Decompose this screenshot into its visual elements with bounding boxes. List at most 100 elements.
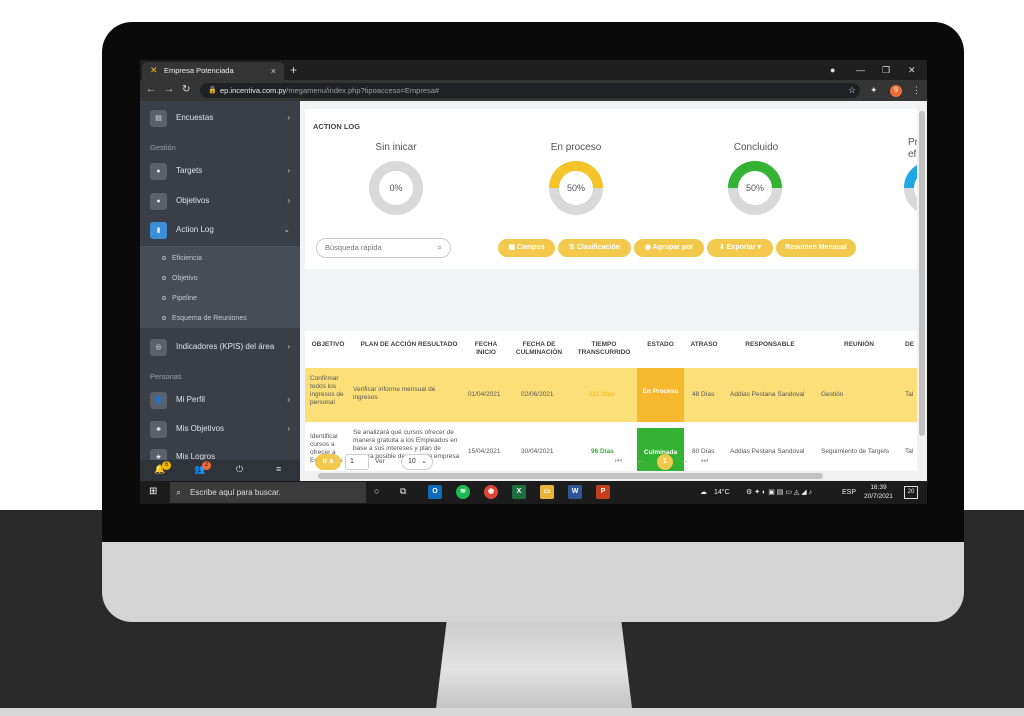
column-header[interactable]: TIEMPO TRANSCURRIDO bbox=[572, 341, 636, 357]
column-header[interactable]: REUNIÓN bbox=[819, 341, 899, 349]
hamburger-menu-icon[interactable]: ≡ bbox=[276, 464, 281, 474]
clasificacion-button[interactable]: ⇅ Clasificación bbox=[558, 239, 631, 257]
column-header[interactable]: OBJETIVO bbox=[308, 341, 348, 349]
cell-objetivo: Confirmar todos los ingresos de personal bbox=[310, 375, 344, 406]
sidebar-section-personas: Personas bbox=[150, 372, 182, 381]
forward-icon[interactable]: → bbox=[164, 83, 174, 97]
window-close-icon[interactable]: ✕ bbox=[908, 60, 916, 80]
caret-down-icon: ▾ bbox=[755, 244, 762, 251]
weather-icon[interactable]: ☁ bbox=[700, 481, 707, 504]
url-host: ep.incentiva.com.py bbox=[220, 86, 287, 95]
taskbar-search-input[interactable]: ⌕ Escribe aquí para buscar. bbox=[170, 482, 366, 503]
sidebar-item-action-log[interactable]: ▮ Action Log ⌄ bbox=[140, 217, 300, 243]
submenu-item-objetivo[interactable]: Objetivo bbox=[162, 275, 198, 282]
exportar-button[interactable]: ⬇ Exportar ▾ bbox=[707, 239, 773, 257]
browser-address-bar: ← → ↻ 🔒 ep.incentiva.com.py/megamenu/ind… bbox=[140, 80, 927, 101]
browser-menu-icon[interactable]: ⋮ bbox=[912, 83, 921, 97]
last-page-icon[interactable]: ⏭ bbox=[701, 456, 708, 466]
bookmark-star-icon[interactable]: ☆ bbox=[848, 83, 856, 97]
excel-icon[interactable]: X bbox=[512, 485, 526, 499]
profile-avatar[interactable]: 9 bbox=[890, 85, 902, 97]
restore-icon[interactable]: ❐ bbox=[882, 60, 890, 80]
search-placeholder: Búsqueda rápida bbox=[325, 243, 382, 252]
cell-culminacion: 02/06/2021 bbox=[521, 391, 554, 398]
cortana-icon[interactable]: ○ bbox=[374, 486, 379, 496]
column-header[interactable]: RESPONSABLE bbox=[725, 341, 815, 349]
column-header[interactable]: ATRASO bbox=[686, 341, 722, 349]
sort-icon: ⇅ bbox=[569, 244, 577, 251]
new-tab-button[interactable]: + bbox=[290, 62, 297, 78]
chevron-down-icon: ⌄ bbox=[421, 458, 427, 465]
column-header[interactable]: DE bbox=[905, 341, 917, 349]
chevron-right-icon: › bbox=[287, 342, 290, 351]
language-indicator[interactable]: ESP bbox=[842, 481, 856, 504]
column-header[interactable]: FECHA INICIO bbox=[468, 341, 504, 357]
horizontal-scrollbar[interactable] bbox=[300, 471, 917, 481]
minimize-icon[interactable]: — bbox=[856, 60, 865, 80]
column-header[interactable]: PLAN DE ACCIÓN RESULTADO bbox=[353, 341, 465, 349]
chevron-down-icon: ⌄ bbox=[283, 225, 290, 234]
sidebar-item-mis-logros[interactable]: ★ Mis Logros bbox=[140, 444, 300, 460]
prev-page-icon[interactable]: ← bbox=[637, 456, 645, 465]
task-view-icon[interactable]: ⧉ bbox=[400, 486, 406, 497]
resumen-mensual-button[interactable]: Resumen Mensual bbox=[776, 239, 856, 257]
submenu-item-pipeline[interactable]: Pipeline bbox=[162, 295, 197, 302]
bullet-icon bbox=[162, 296, 166, 301]
reload-icon[interactable]: ↻ bbox=[182, 83, 190, 97]
per-page-select[interactable]: 10 ⌄ bbox=[401, 454, 433, 470]
sidebar-item-kpis[interactable]: ◎ Indicadores (KPIS) del área › bbox=[140, 334, 300, 360]
go-to-page-button[interactable]: Ir a bbox=[315, 454, 341, 470]
sidebar-item-mi-perfil[interactable]: 👤 Mi Perfil › bbox=[140, 387, 300, 413]
table-row[interactable]: Confirmar todos los ingresos de personal… bbox=[305, 368, 917, 422]
chrome-icon[interactable]: ◉ bbox=[484, 485, 498, 499]
column-header[interactable]: ESTADO bbox=[637, 341, 684, 349]
extensions-icon[interactable]: ✦ bbox=[870, 83, 878, 97]
sidebar-item-mis-objetivos[interactable]: ♣ Mis Objetivos › bbox=[140, 416, 300, 442]
browser-tab[interactable]: ✕ Empresa Potenciada × bbox=[142, 62, 284, 80]
submenu-item-reuniones[interactable]: Esquema de Reuniones bbox=[162, 315, 247, 322]
campos-button[interactable]: ▦ Campos bbox=[498, 239, 555, 257]
outlook-icon[interactable]: O bbox=[428, 485, 442, 499]
next-page-icon[interactable]: → bbox=[681, 456, 689, 465]
stat-value: 50% bbox=[567, 183, 585, 193]
close-tab-icon[interactable]: × bbox=[271, 62, 276, 80]
button-label: Campos bbox=[516, 244, 545, 251]
sidebar-item-targets[interactable]: ● Targets › bbox=[140, 158, 300, 184]
windows-start-icon[interactable]: ⊞ bbox=[149, 486, 157, 497]
submenu-label: Objetivo bbox=[172, 275, 198, 282]
current-page-button[interactable]: 1 bbox=[657, 454, 673, 470]
word-icon[interactable]: W bbox=[568, 485, 582, 499]
scrollbar-thumb[interactable] bbox=[318, 473, 823, 479]
chevron-right-icon: › bbox=[287, 395, 290, 404]
first-page-icon[interactable]: ⏮ bbox=[615, 456, 622, 466]
notification-center-icon[interactable]: 20 bbox=[904, 486, 918, 499]
powerpoint-icon[interactable]: P bbox=[596, 485, 610, 499]
vertical-scrollbar[interactable] bbox=[917, 101, 927, 481]
clipboard-icon: ▮ bbox=[150, 222, 167, 239]
clock[interactable]: 16:39 20/7/2021 bbox=[864, 483, 893, 501]
page-number-input[interactable]: 1 bbox=[345, 454, 369, 470]
file-explorer-icon[interactable]: ▭ bbox=[540, 485, 554, 499]
back-icon[interactable]: ← bbox=[146, 83, 156, 97]
target-icon: ● bbox=[150, 163, 167, 180]
record-icon[interactable]: ● bbox=[830, 60, 835, 80]
spotify-icon[interactable]: ≋ bbox=[456, 485, 470, 499]
sidebar-item-objetivos[interactable]: ● Objetivos › bbox=[140, 188, 300, 214]
sidebar-item-label: Objetivos bbox=[176, 196, 210, 205]
stat-label-concluido: Concluido bbox=[733, 142, 779, 153]
url-field[interactable]: 🔒 ep.incentiva.com.py/megamenu/index.php… bbox=[200, 83, 860, 98]
sidebar-item-encuestas[interactable]: ▤ Encuestas › bbox=[140, 105, 300, 131]
scrollbar-thumb[interactable] bbox=[919, 111, 925, 436]
submenu-item-eficiencia[interactable]: Eficiencia bbox=[162, 255, 202, 262]
system-tray-icons[interactable]: ⚙ ✦ ◐ ▣ ▤ ▭ ◬ ◢ ♪ bbox=[746, 481, 812, 504]
column-header[interactable]: FECHA DE CULMINACIÓN bbox=[510, 341, 568, 357]
download-icon: ⬇ bbox=[718, 244, 727, 251]
power-icon[interactable]: ⏻ bbox=[236, 464, 243, 475]
button-label: Resumen Mensual bbox=[785, 244, 847, 251]
donut-partial bbox=[904, 164, 917, 212]
cell-plan: Verificar informe mensual de ingresos bbox=[353, 386, 436, 401]
columns-icon: ▦ bbox=[508, 244, 517, 251]
quick-search-input[interactable]: Búsqueda rápida ⌕ bbox=[316, 238, 451, 258]
agrupar-button[interactable]: ◉ Agrupar por bbox=[634, 239, 704, 257]
sidebar-item-label: Targets bbox=[176, 166, 203, 175]
